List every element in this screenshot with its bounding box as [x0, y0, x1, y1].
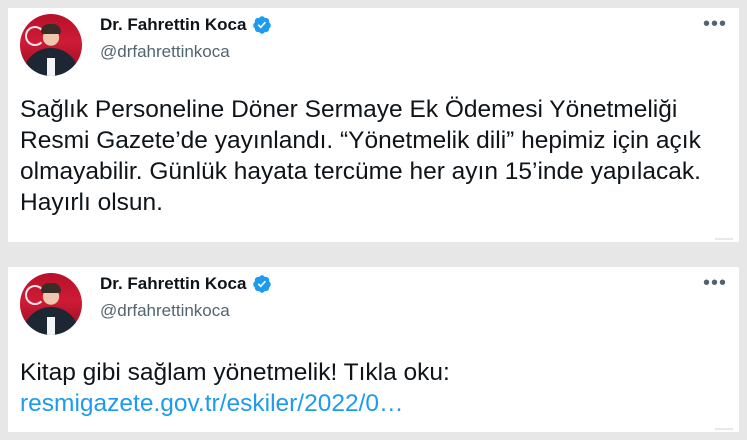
divider	[715, 238, 733, 240]
more-options-icon[interactable]: •••	[703, 273, 727, 293]
author-name[interactable]: Dr. Fahrettin Koca	[100, 15, 246, 35]
more-options-icon[interactable]: •••	[703, 14, 727, 34]
author-row: Dr. Fahrettin Koca	[100, 274, 272, 294]
tweet-text: Sağlık Personeline Döner Sermaye Ek Ödem…	[20, 96, 701, 216]
tweet-card[interactable]: Dr. Fahrettin Koca @drfahrettinkoca ••• …	[8, 8, 739, 242]
avatar-shirt	[47, 58, 55, 76]
author-name[interactable]: Dr. Fahrettin Koca	[100, 274, 246, 294]
avatar-shirt	[47, 317, 55, 335]
tweet-text: Kitap gibi sağlam yönetmelik! Tıkla oku:	[20, 359, 450, 386]
divider	[715, 428, 733, 430]
avatar[interactable]	[20, 273, 82, 335]
avatar-hair	[41, 24, 61, 34]
verified-badge-icon	[253, 275, 272, 293]
tweet-card[interactable]: Dr. Fahrettin Koca @drfahrettinkoca ••• …	[8, 267, 739, 432]
tweet-body: Kitap gibi sağlam yönetmelik! Tıkla oku:…	[20, 357, 727, 419]
author-row: Dr. Fahrettin Koca	[100, 15, 272, 35]
author-handle[interactable]: @drfahrettinkoca	[100, 42, 230, 62]
avatar[interactable]	[20, 14, 82, 76]
author-handle[interactable]: @drfahrettinkoca	[100, 301, 230, 321]
tweet-link[interactable]: resmigazete.gov.tr/eskiler/2022/0…	[20, 388, 404, 419]
verified-badge-icon	[253, 16, 272, 34]
avatar-hair	[41, 283, 61, 293]
